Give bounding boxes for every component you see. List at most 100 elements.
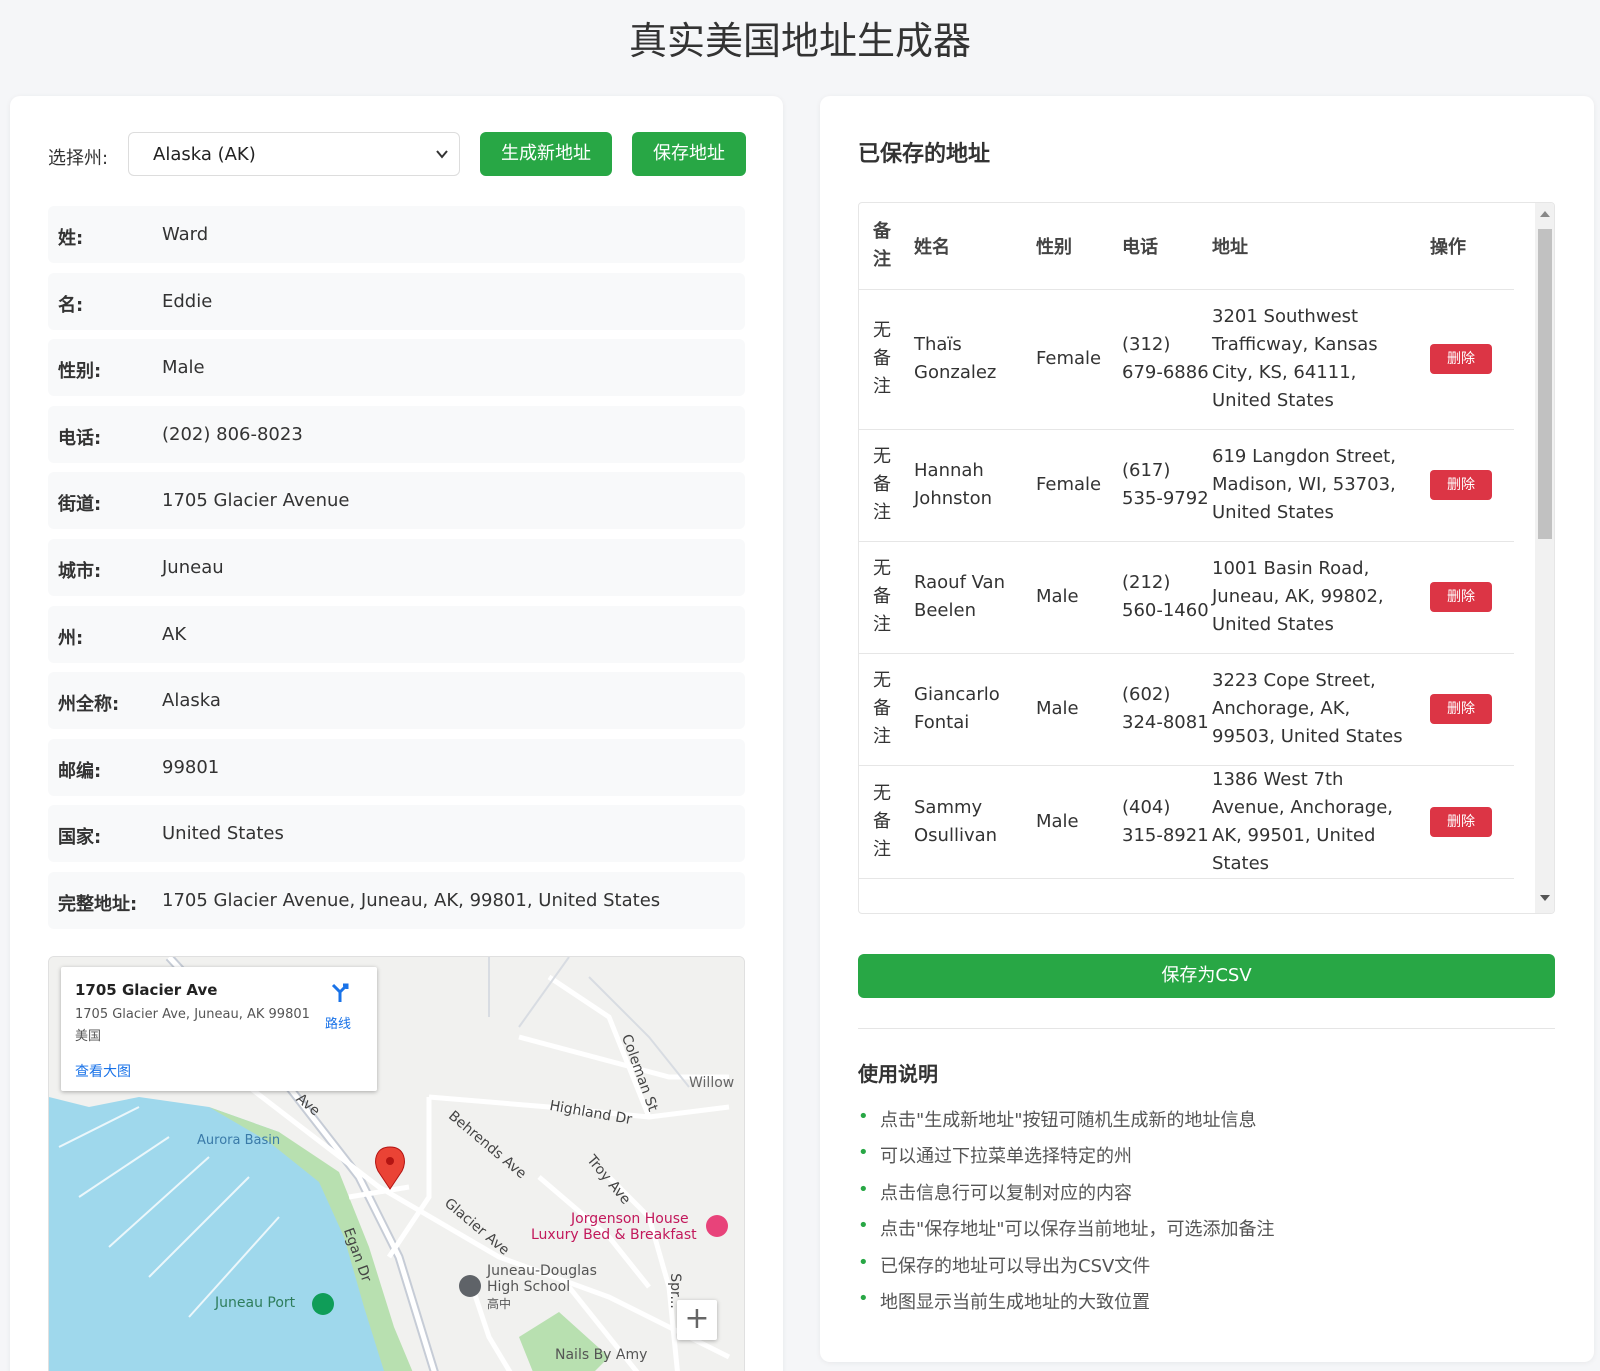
popup-country: 美国 (75, 1029, 102, 1044)
saved-addresses-card: 已保存的地址 备注 姓名 性别 电话 地址 操作 无备注 Thaïs Gonza… (820, 96, 1594, 1362)
map-embed[interactable]: 1705 Glacier Ave 1705 Glacier Ave, Junea… (48, 956, 745, 1371)
save-csv-button[interactable]: 保存为CSV (858, 954, 1555, 998)
row-name: Hannah Johnston (914, 429, 1036, 542)
generate-address-button[interactable]: 生成新地址 (480, 132, 612, 176)
info-value: Ward (162, 224, 209, 245)
row-address: 619 Langdon Street, Madison, WI, 53703, … (1212, 429, 1430, 542)
info-key: 性别: (58, 361, 102, 383)
info-key: 邮编: (58, 760, 102, 782)
usage-list: 点击"生成新地址"按钮可随机生成新的地址信息 可以通过下拉菜单选择特定的州 点击… (858, 1106, 1275, 1324)
info-row-full-address[interactable]: 完整地址: 1705 Glacier Avenue, Juneau, AK, 99… (48, 871, 745, 929)
delete-button[interactable]: 删除 (1430, 694, 1492, 724)
list-item: 点击"生成新地址"按钮可随机生成新的地址信息 (858, 1106, 1275, 1142)
page-title: 真实美国地址生成器 (628, 19, 971, 63)
list-item: 已保存的地址可以导出为CSV文件 (858, 1252, 1275, 1288)
map-label-aurora-basin: Aurora Basin (197, 1133, 281, 1148)
info-value: Male (162, 357, 205, 379)
row-name: Giancarlo Fontai (914, 653, 1036, 766)
info-row-state-full[interactable]: 州全称: Alaska (48, 672, 745, 730)
address-info-list: 姓: Ward 名: Eddie 性别: Male 电话: (202) 806-8023… (48, 206, 745, 939)
info-key: 名: (58, 294, 84, 316)
info-row-country[interactable]: 国家: United States (48, 805, 745, 863)
col-gender: 性别 (1036, 203, 1122, 290)
map-label-jorgenson-1: Jorgenson House (571, 1211, 689, 1227)
row-address: 1386 West 7th Avenue, Anchorage, AK, 995… (1212, 765, 1430, 879)
row-note: 无备注 (873, 558, 891, 635)
row-gender: Female (1036, 289, 1122, 430)
table-row: 无备注 Thaïs Gonzalez Female (312) 679-6886… (859, 289, 1514, 430)
info-value: Alaska (162, 690, 221, 712)
map-label-willow: Willow (689, 1075, 735, 1091)
map-label-school-2: High School (487, 1279, 571, 1295)
info-row-phone[interactable]: 电话: (202) 806-8023 (48, 405, 745, 463)
row-gender: Female (1036, 429, 1122, 542)
popup-title: 1705 Glacier Ave (75, 981, 218, 999)
row-address: 3223 Cope Street, Anchorage, AK, 99503, … (1212, 653, 1430, 766)
info-key: 州: (58, 627, 84, 649)
info-value: AK (162, 623, 187, 645)
info-row-gender[interactable]: 性别: Male (48, 339, 745, 397)
row-phone: (617) 535-9792 (1122, 429, 1212, 542)
popup-address: 1705 Glacier Ave, Juneau, AK 99801 (75, 1007, 310, 1022)
map-label-nails: Nails By Amy (555, 1347, 648, 1363)
map-label-jorgenson-2: Luxury Bed & Breakfast (531, 1227, 697, 1243)
col-action: 操作 (1430, 203, 1514, 290)
col-phone: 电话 (1122, 203, 1212, 290)
table-row: 无备注 Giancarlo Fontai Male (602) 324-8081… (859, 653, 1514, 766)
table-row: 无备注 Hannah Johnston Female (617) 535-979… (859, 429, 1514, 542)
scrollbar-thumb[interactable] (1538, 229, 1552, 539)
state-select[interactable]: Alaska (AK) (128, 132, 460, 176)
map-label-juneau-port: Juneau Port (215, 1295, 296, 1311)
delete-button[interactable]: 删除 (1430, 806, 1492, 837)
row-gender: Male (1036, 765, 1122, 879)
saved-table-container[interactable]: 备注 姓名 性别 电话 地址 操作 无备注 Thaïs Gonzalez Fem… (858, 202, 1555, 914)
info-value: 1705 Glacier Avenue, Juneau, AK, 99801, … (162, 889, 661, 911)
delete-button[interactable]: 删除 (1430, 470, 1492, 500)
col-note: 备注 (859, 203, 914, 290)
list-item: 点击信息行可以复制对应的内容 (858, 1179, 1275, 1215)
info-row-state[interactable]: 州: AK (48, 605, 745, 663)
row-address: 3201 Southwest Trafficway, Kansas City, … (1212, 289, 1430, 430)
delete-button[interactable]: 删除 (1430, 582, 1492, 612)
divider (858, 1028, 1555, 1029)
info-value: Juneau (162, 556, 224, 578)
info-key: 州全称: (58, 694, 120, 716)
directions-icon[interactable] (329, 981, 351, 1003)
scroll-down-icon[interactable] (1540, 895, 1550, 901)
info-row-last-name[interactable]: 姓: Ward (48, 206, 745, 263)
row-gender: Male (1036, 541, 1122, 654)
info-row-first-name[interactable]: 名: Eddie (48, 272, 745, 330)
info-row-street[interactable]: 街道: 1705 Glacier Avenue (48, 472, 745, 530)
view-larger-map-link[interactable]: 查看大图 (75, 1061, 131, 1081)
scroll-up-icon[interactable] (1540, 211, 1550, 217)
row-name: Thaïs Gonzalez (914, 289, 1036, 430)
row-note: 无备注 (873, 446, 891, 523)
row-note: 无备注 (873, 670, 891, 747)
table-header-row: 备注 姓名 性别 电话 地址 操作 (859, 203, 1514, 290)
zoom-in-button[interactable]: + (677, 1300, 717, 1340)
row-phone: (404) 315-8921 (1122, 765, 1212, 879)
list-item: 可以通过下拉菜单选择特定的州 (858, 1142, 1275, 1178)
row-phone: (312) 679-6886 (1122, 289, 1212, 430)
col-address: 地址 (1212, 203, 1430, 290)
save-address-button[interactable]: 保存地址 (632, 132, 746, 176)
table-row: 无备注 Raouf Van Beelen Male (212) 560-1460… (859, 541, 1514, 654)
info-key: 姓: (58, 228, 84, 249)
delete-button[interactable]: 删除 (1430, 344, 1492, 374)
list-item: 点击"保存地址"可以保存当前地址，可选添加备注 (858, 1215, 1275, 1251)
info-key: 国家: (58, 827, 102, 849)
row-name: Sammy Osullivan (914, 765, 1036, 879)
info-value: (202) 806-8023 (162, 423, 303, 445)
table-scrollbar[interactable] (1535, 203, 1554, 913)
info-value: United States (162, 823, 284, 845)
row-gender: Male (1036, 653, 1122, 766)
chevron-down-icon (436, 150, 448, 159)
usage-title: 使用说明 (858, 1062, 938, 1086)
info-row-city[interactable]: 城市: Juneau (48, 538, 745, 596)
map-label-school-1: Juneau-Douglas (487, 1263, 597, 1279)
state-label: 选择州: (48, 148, 109, 169)
info-key: 电话: (58, 427, 102, 449)
row-note: 无备注 (873, 782, 891, 860)
info-row-zip[interactable]: 邮编: 99801 (48, 738, 745, 796)
directions-link[interactable]: 路线 (325, 1013, 351, 1032)
